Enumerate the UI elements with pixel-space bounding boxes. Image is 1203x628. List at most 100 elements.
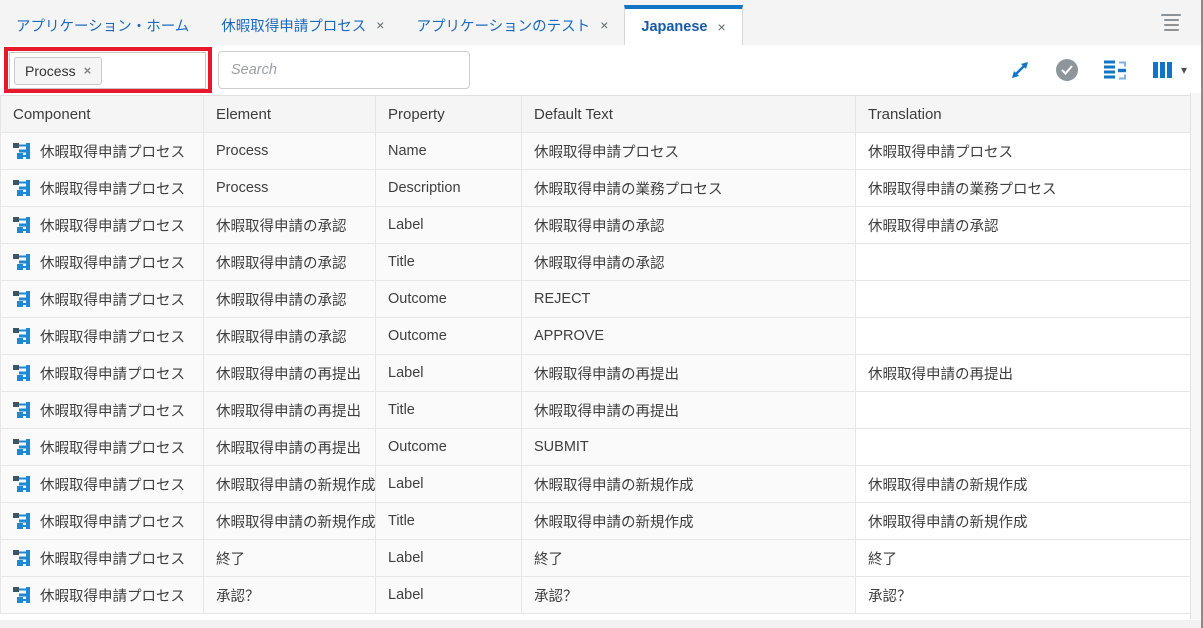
process-icon	[13, 291, 31, 307]
translation-cell[interactable]	[856, 429, 1191, 466]
tab-close-icon[interactable]: ×	[376, 18, 384, 32]
table-row[interactable]: 休暇取得申請プロセス 休暇取得申請の再提出 Outcome SUBMIT	[1, 429, 1191, 466]
default-text-cell: SUBMIT	[522, 429, 856, 466]
default-text-cell: 終了	[522, 540, 856, 577]
translation-table: ComponentElementPropertyDefault TextTran…	[0, 95, 1191, 614]
translation-cell[interactable]	[856, 281, 1191, 318]
component-label: 休暇取得申請プロセス	[40, 252, 185, 273]
tab-label: アプリケーション・ホーム	[16, 15, 189, 36]
element-cell: 休暇取得申請の新規作成	[204, 466, 376, 503]
chip-remove-icon[interactable]: ×	[84, 64, 92, 77]
default-text-cell: 休暇取得申請の新規作成	[522, 466, 856, 503]
expand-icon[interactable]	[1009, 59, 1031, 81]
table-row[interactable]: 休暇取得申請プロセス 休暇取得申請の承認 Label 休暇取得申請の承認 休暇取…	[1, 207, 1191, 244]
column-header-translation[interactable]: Translation	[856, 96, 1191, 133]
component-cell: 休暇取得申請プロセス	[1, 207, 204, 244]
tab-menu-icon[interactable]	[1161, 14, 1181, 32]
default-text-cell: 休暇取得申請の再提出	[522, 355, 856, 392]
translation-cell[interactable]: 休暇取得申請の新規作成	[856, 466, 1191, 503]
column-header-component[interactable]: Component	[1, 96, 204, 133]
component-label: 休暇取得申請プロセス	[40, 215, 185, 236]
element-cell: 休暇取得申請の承認	[204, 244, 376, 281]
bottom-strip	[0, 620, 1201, 628]
filter-input[interactable]: Process ×	[9, 52, 206, 89]
table-row[interactable]: 休暇取得申請プロセス 承認？ Label 承認？ 承認？	[1, 577, 1191, 614]
table-row[interactable]: 休暇取得申請プロセス 終了 Label 終了 終了	[1, 540, 1191, 577]
property-cell: Outcome	[376, 318, 522, 355]
tab-bar: アプリケーション・ホーム 休暇取得申請プロセス × アプリケーションのテスト ×…	[0, 0, 1203, 45]
table-row[interactable]: 休暇取得申請プロセス Process Name 休暇取得申請プロセス 休暇取得申…	[1, 133, 1191, 170]
property-cell: Label	[376, 466, 522, 503]
table-row[interactable]: 休暇取得申請プロセス 休暇取得申請の新規作成 Title 休暇取得申請の新規作成…	[1, 503, 1191, 540]
process-icon	[13, 217, 31, 233]
table-row[interactable]: 休暇取得申請プロセス 休暇取得申請の再提出 Label 休暇取得申請の再提出 休…	[1, 355, 1191, 392]
default-text-cell: 休暇取得申請プロセス	[522, 133, 856, 170]
tab-japanese[interactable]: Japanese ×	[624, 5, 742, 45]
table-row[interactable]: 休暇取得申請プロセス 休暇取得申請の新規作成 Label 休暇取得申請の新規作成…	[1, 466, 1191, 503]
default-text-cell: 休暇取得申請の業務プロセス	[522, 170, 856, 207]
table-row[interactable]: 休暇取得申請プロセス Process Description 休暇取得申請の業務…	[1, 170, 1191, 207]
component-cell: 休暇取得申請プロセス	[1, 170, 204, 207]
translation-cell[interactable]	[856, 318, 1191, 355]
check-circle-icon[interactable]	[1056, 59, 1078, 81]
table-row[interactable]: 休暇取得申請プロセス 休暇取得申請の承認 Outcome APPROVE	[1, 318, 1191, 355]
property-cell: Label	[376, 207, 522, 244]
default-text-cell: 休暇取得申請の承認	[522, 244, 856, 281]
column-header-element[interactable]: Element	[204, 96, 376, 133]
translation-cell[interactable]	[856, 392, 1191, 429]
property-cell: Name	[376, 133, 522, 170]
process-icon	[13, 143, 31, 159]
search-input[interactable]	[218, 51, 470, 89]
translation-cell[interactable]	[856, 244, 1191, 281]
table-row[interactable]: 休暇取得申請プロセス 休暇取得申請の再提出 Title 休暇取得申請の再提出	[1, 392, 1191, 429]
property-cell: Outcome	[376, 281, 522, 318]
component-cell: 休暇取得申請プロセス	[1, 281, 204, 318]
header-row: ComponentElementPropertyDefault TextTran…	[1, 96, 1191, 133]
table-row[interactable]: 休暇取得申請プロセス 休暇取得申請の承認 Title 休暇取得申請の承認	[1, 244, 1191, 281]
table-header: ComponentElementPropertyDefault TextTran…	[1, 96, 1191, 133]
component-cell: 休暇取得申請プロセス	[1, 355, 204, 392]
component-cell: 休暇取得申請プロセス	[1, 429, 204, 466]
process-icon	[13, 365, 31, 381]
component-label: 休暇取得申請プロセス	[40, 474, 185, 495]
component-label: 休暇取得申請プロセス	[40, 141, 185, 162]
tab-application-home[interactable]: アプリケーション・ホーム	[0, 5, 205, 45]
column-header-property[interactable]: Property	[376, 96, 522, 133]
tab-leave-request-process[interactable]: 休暇取得申請プロセス ×	[205, 5, 400, 45]
caret-down-icon[interactable]: ▾	[1181, 63, 1187, 77]
filter-chip-process[interactable]: Process ×	[14, 57, 102, 85]
component-cell: 休暇取得申請プロセス	[1, 466, 204, 503]
property-cell: Title	[376, 244, 522, 281]
tab-application-test[interactable]: アプリケーションのテスト ×	[400, 5, 624, 45]
process-icon	[13, 439, 31, 455]
default-text-cell: 休暇取得申請の承認	[522, 207, 856, 244]
element-cell: 休暇取得申請の承認	[204, 318, 376, 355]
property-cell: Label	[376, 355, 522, 392]
columns-icon[interactable]	[1153, 61, 1172, 79]
tab-close-icon[interactable]: ×	[717, 20, 725, 34]
translation-cell[interactable]: 休暇取得申請の業務プロセス	[856, 170, 1191, 207]
table-row[interactable]: 休暇取得申請プロセス 休暇取得申請の承認 Outcome REJECT	[1, 281, 1191, 318]
process-icon	[13, 550, 31, 566]
copy-rows-icon[interactable]	[1103, 60, 1128, 81]
column-header-default-text[interactable]: Default Text	[522, 96, 856, 133]
component-label: 休暇取得申請プロセス	[40, 363, 185, 384]
table-body: 休暇取得申請プロセス Process Name 休暇取得申請プロセス 休暇取得申…	[1, 133, 1191, 614]
tab-close-icon[interactable]: ×	[600, 18, 608, 32]
toolbar: Process ×	[0, 45, 1203, 95]
component-label: 休暇取得申請プロセス	[40, 400, 185, 421]
translation-cell[interactable]: 休暇取得申請の再提出	[856, 355, 1191, 392]
element-cell: 休暇取得申請の再提出	[204, 429, 376, 466]
translation-cell[interactable]: 休暇取得申請の承認	[856, 207, 1191, 244]
vertical-scrollbar[interactable]	[1190, 93, 1201, 619]
translation-cell[interactable]: 終了	[856, 540, 1191, 577]
component-cell: 休暇取得申請プロセス	[1, 540, 204, 577]
property-cell: Label	[376, 577, 522, 614]
translation-cell[interactable]: 承認？	[856, 577, 1191, 614]
translation-cell[interactable]: 休暇取得申請プロセス	[856, 133, 1191, 170]
process-icon	[13, 476, 31, 492]
translation-cell[interactable]: 休暇取得申請の新規作成	[856, 503, 1191, 540]
element-cell: 休暇取得申請の再提出	[204, 355, 376, 392]
property-cell: Outcome	[376, 429, 522, 466]
property-cell: Label	[376, 540, 522, 577]
